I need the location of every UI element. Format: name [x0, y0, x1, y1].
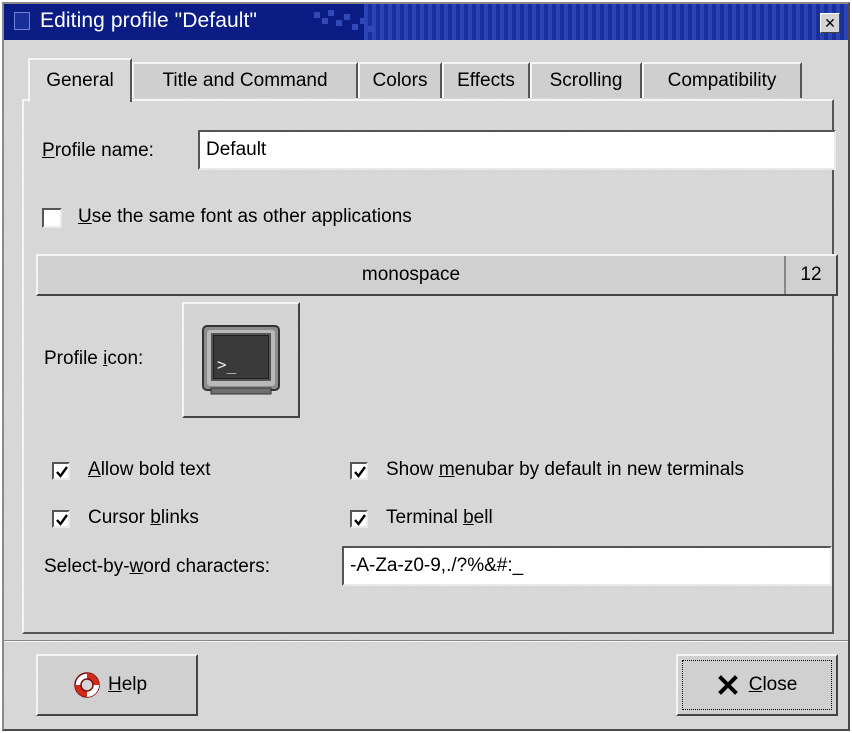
close-window-icon[interactable]: ✕ — [820, 13, 840, 33]
checkmark-icon — [56, 514, 68, 526]
footer-separator — [4, 640, 848, 642]
tab-compatibility[interactable]: Compatibility — [642, 62, 802, 98]
profile-name-value: Default — [206, 139, 267, 160]
close-button[interactable]: Close — [676, 654, 838, 716]
tab-label: Scrolling — [549, 70, 623, 91]
cursor-blinks-checkbox[interactable] — [52, 510, 70, 528]
cursor-blinks-label: Cursor blinks — [88, 507, 199, 528]
terminal-icon: >_ — [202, 325, 280, 395]
tab-label: Compatibility — [667, 70, 777, 91]
window-menu-icon[interactable] — [14, 12, 30, 30]
tab-label: Effects — [457, 70, 515, 91]
tab-colors[interactable]: Colors — [358, 62, 442, 98]
checkmark-icon — [354, 466, 366, 478]
tab-effects[interactable]: Effects — [442, 62, 530, 98]
titlebar-decoration — [314, 10, 378, 34]
select-by-word-input[interactable]: -A-Za-z0-9,./?%&#:_ — [342, 546, 832, 586]
terminal-bell-checkbox[interactable] — [350, 510, 368, 528]
font-size: 12 — [784, 256, 836, 294]
allow-bold-label: Allow bold text — [88, 459, 211, 480]
tab-label: General — [46, 70, 114, 91]
same-font-checkbox[interactable] — [42, 208, 62, 228]
focus-ring — [682, 660, 832, 710]
profile-name-label: Profile name: — [42, 140, 154, 161]
show-menubar-checkbox[interactable] — [350, 462, 368, 480]
checkmark-icon — [56, 466, 68, 478]
tab-label: Title and Command — [162, 70, 328, 91]
font-picker-button[interactable]: monospace 12 — [36, 254, 838, 296]
same-font-label: Use the same font as other applications — [78, 206, 412, 227]
profile-name-input[interactable]: Default — [198, 130, 836, 170]
tab-general[interactable]: General — [28, 58, 132, 102]
font-name: monospace — [361, 264, 461, 285]
title-bar[interactable]: Editing profile "Default" ✕ — [4, 4, 848, 40]
help-label: Help — [108, 674, 148, 695]
profile-editor-window: Editing profile "Default" ✕ General Titl… — [2, 2, 850, 731]
tab-label: Colors — [372, 70, 428, 91]
profile-icon-label: Profile icon: — [44, 348, 144, 369]
svg-text:>_: >_ — [217, 355, 237, 374]
show-menubar-label: Show menubar by default in new terminals — [386, 459, 745, 480]
terminal-bell-label: Terminal bell — [386, 507, 493, 528]
tab-title-and-command[interactable]: Title and Command — [132, 62, 358, 98]
checkmark-icon — [354, 514, 366, 526]
allow-bold-checkbox[interactable] — [52, 462, 70, 480]
profile-icon-button[interactable]: >_ — [182, 302, 300, 418]
lifebuoy-icon — [74, 672, 100, 698]
select-by-word-value: -A-Za-z0-9,./?%&#:_ — [350, 555, 524, 576]
window-title: Editing profile "Default" — [40, 9, 258, 32]
select-by-word-label: Select-by-word characters: — [44, 556, 270, 577]
tab-scrolling[interactable]: Scrolling — [530, 62, 642, 98]
help-button[interactable]: Help — [36, 654, 198, 716]
